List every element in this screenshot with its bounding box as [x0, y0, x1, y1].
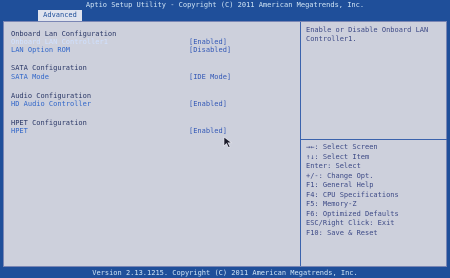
- tab-advanced[interactable]: Advanced: [38, 10, 82, 21]
- setting-sata-mode-value[interactable]: [IDE Mode]: [189, 73, 231, 82]
- key-help-item: Enter: Select: [306, 162, 361, 170]
- key-help-item: ↑↓: Select Item: [306, 152, 370, 161]
- key-help-list: →←: Select Screen ↑↓: Select Item Enter:…: [306, 143, 442, 238]
- setting-hpet-value[interactable]: [Enabled]: [189, 127, 227, 136]
- key-help-item: →←: Select Screen: [306, 143, 378, 151]
- key-help-item: F5: Memory-Z: [306, 200, 357, 208]
- mouse-pointer-icon: [223, 136, 233, 148]
- key-help-item: F10: Save & Reset: [306, 228, 378, 237]
- setting-lan-option-rom-label[interactable]: LAN Option ROM: [11, 46, 70, 55]
- setting-sata-mode-label[interactable]: SATA Mode: [11, 73, 49, 82]
- setting-lan-option-rom-value[interactable]: [Disabled]: [189, 46, 231, 55]
- setting-hpet-label[interactable]: HPET: [11, 127, 28, 136]
- setting-hd-audio-controller-value[interactable]: [Enabled]: [189, 100, 227, 109]
- key-help-item: F4: CPU Specifications: [306, 190, 399, 199]
- item-help-text: Enable or Disable Onboard LAN Controller…: [306, 26, 429, 43]
- help-divider: [301, 139, 447, 140]
- key-help-item: +/-: Change Opt.: [306, 171, 374, 180]
- bios-title-bar: Aptio Setup Utility - Copyright (C) 2011…: [85, 1, 365, 9]
- setting-hd-audio-controller-label[interactable]: HD Audio Controller: [11, 100, 91, 109]
- section-header-sata: SATA Configuration: [11, 64, 87, 72]
- key-help-item: F1: General Help: [306, 181, 374, 189]
- settings-list: Onboard Lan Configuration Onboard LAN Co…: [4, 22, 300, 266]
- help-panel: Enable or Disable Onboard LAN Controller…: [300, 22, 447, 266]
- key-help-item: ESC/Right Click: Exit: [306, 219, 395, 227]
- key-help-item: F6: Optimized Defaults: [306, 209, 399, 218]
- bios-footer: Version 2.13.1215. Copyright (C) 2011 Am…: [92, 269, 358, 277]
